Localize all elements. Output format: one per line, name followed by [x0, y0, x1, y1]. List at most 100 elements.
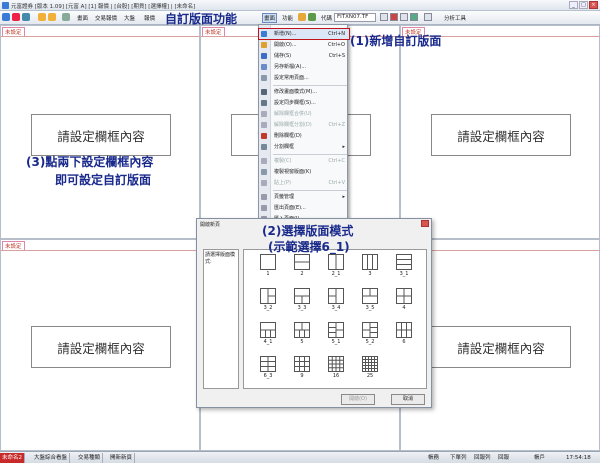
menu-item[interactable]: 開啟(O)... Ctrl+O: [259, 40, 349, 50]
layout-pane[interactable]: 未設定 請設定欄框內容: [0, 239, 201, 451]
page-tab[interactable]: 開新新頁: [108, 453, 136, 463]
menu-separator: [273, 190, 347, 191]
folder-icon[interactable]: [48, 13, 56, 21]
pane-placeholder: 請設定欄框內容: [31, 326, 171, 368]
alert-icon[interactable]: [390, 13, 398, 21]
menu-item[interactable]: 設定同步欄框(S)...: [259, 98, 349, 108]
close-button[interactable]: ×: [589, 1, 598, 9]
layout-thumbnail-icon: [260, 322, 276, 338]
menu-item[interactable]: 分割欄框 ▸: [259, 142, 349, 152]
status-button[interactable]: 回報: [498, 453, 509, 463]
menu-item[interactable]: 頁籤管理 ▸: [259, 192, 349, 202]
menu-item[interactable]: 貼上(P) Ctrl+V: [259, 178, 349, 188]
layout-option-label: 6: [402, 339, 406, 345]
status-button[interactable]: 下單列: [450, 453, 467, 463]
grid-icon[interactable]: [62, 13, 70, 21]
menu-item[interactable]: 刪除欄框(D): [259, 131, 349, 141]
layout-thumbnail-icon: [396, 288, 412, 304]
menu-item-icon: [261, 169, 267, 175]
status-bar: 未命名2 大盤綜合看盤 交易種類 開新新頁 帳務 下單列 回報列 回報 帳戶 17:54:18: [0, 451, 600, 463]
page-tab[interactable]: 未命名2: [0, 453, 25, 463]
status-button[interactable]: 帳戶: [534, 453, 545, 463]
layout-pane[interactable]: 未設定 請設定欄框內容: [400, 25, 600, 239]
cursor-icon[interactable]: [424, 13, 432, 21]
menu-item-label: 設定常用頁面...: [274, 75, 309, 81]
layout-option-9[interactable]: 9: [290, 356, 314, 379]
layout-option-25[interactable]: 25: [358, 356, 382, 379]
menu-market[interactable]: 大盤: [124, 14, 135, 22]
menu-item-label: 解除欄框分割(D): [274, 122, 312, 128]
layout-option-label: 25: [366, 373, 374, 379]
minimize-button[interactable]: _: [569, 1, 578, 9]
menu-item[interactable]: 新增(N)... Ctrl+N: [258, 28, 350, 40]
layout-option-5_1[interactable]: 5_1: [324, 322, 348, 345]
app-window: 元富證券 [版本 1.09] [元富 A] [1] 報價 | [台股] [期貨]…: [0, 0, 600, 463]
menu-item-label: 刪除欄框(D): [274, 133, 302, 139]
menu-quote[interactable]: 報價: [144, 14, 155, 22]
pencil-icon[interactable]: [298, 13, 306, 21]
layout-mode-list[interactable]: 請選擇版面模式:: [203, 249, 239, 389]
layout-option-6_3[interactable]: 6_3: [256, 356, 280, 379]
layout-option-1[interactable]: 1: [256, 254, 280, 277]
open-button[interactable]: 開啟(O): [341, 394, 375, 405]
menu-item[interactable]: 匯出頁面(E)...: [259, 203, 349, 213]
menu-screen[interactable]: 畫面: [77, 14, 88, 22]
layout-option-4[interactable]: 4: [392, 288, 416, 311]
menu-item[interactable]: 儲存(S) Ctrl+S: [259, 51, 349, 61]
menu-item[interactable]: 另存新檔(A)...: [259, 62, 349, 72]
callout-step3-line1: (3)點兩下設定欄框內容: [26, 155, 154, 169]
menu-item-label: 解除欄框合併(U): [274, 111, 312, 117]
status-button[interactable]: 回報列: [474, 453, 491, 463]
layout-option-3_3[interactable]: 3_3: [290, 288, 314, 311]
layout-option-4_1[interactable]: 4_1: [256, 322, 280, 345]
layout-option-2_1[interactable]: 2_1: [324, 254, 348, 277]
menu-item-label: 儲存(S): [274, 53, 292, 59]
layout-option-3_2[interactable]: 3_2: [256, 288, 280, 311]
menu-item[interactable]: 複製(C) Ctrl+C: [259, 156, 349, 166]
menu-item-shortcut: Ctrl+S: [328, 53, 345, 59]
dialog-close-button[interactable]: [421, 220, 429, 227]
layout-option-16[interactable]: 16: [324, 356, 348, 379]
page-tab[interactable]: 交易種類: [76, 453, 104, 463]
layout-thumbnail-icon: [362, 322, 378, 338]
page-tab[interactable]: 大盤綜合看盤: [32, 453, 71, 463]
layout-option-3[interactable]: 3: [358, 254, 382, 277]
layout-option-3_4[interactable]: 3_4: [324, 288, 348, 311]
layout-option-6[interactable]: 6: [392, 322, 416, 345]
menu-item[interactable]: 解除欄框合併(U): [259, 109, 349, 119]
window-icon[interactable]: [400, 13, 408, 21]
menu-item[interactable]: 設定常用頁面...: [259, 73, 349, 83]
layout-option-5_2[interactable]: 5_2: [358, 322, 382, 345]
menu-item[interactable]: 修改畫面模式(M)...: [259, 87, 349, 97]
lookup-icon[interactable]: [380, 13, 388, 21]
layout-option-3_5[interactable]: 3_5: [358, 288, 382, 311]
layout-option-3_1[interactable]: 3_1: [392, 254, 416, 277]
menu-item[interactable]: 複製視窗版面(K): [259, 167, 349, 177]
menu-item-label: 另存新檔(A)...: [274, 64, 307, 70]
layout-option-5[interactable]: 5: [290, 322, 314, 345]
chart-icon[interactable]: [308, 13, 316, 21]
refresh-icon[interactable]: [38, 13, 46, 21]
status-button[interactable]: 帳務: [428, 453, 439, 463]
window-title: 元富證券 [版本 1.09] [元富 A] [1] 報價 | [台股] [期貨]…: [11, 4, 196, 10]
search-input[interactable]: FITXN07.TF: [334, 13, 376, 22]
home-icon[interactable]: [2, 13, 10, 21]
layout-pane[interactable]: 未設定 請設定欄框內容: [0, 25, 201, 239]
export-icon[interactable]: [410, 13, 418, 21]
maximize-button[interactable]: □: [579, 1, 588, 9]
cancel-button[interactable]: 取消: [391, 394, 425, 405]
menu-function[interactable]: 功能: [282, 14, 293, 22]
search-label: 代碼: [321, 16, 333, 22]
menu-trade-quote[interactable]: 交易報價: [95, 14, 117, 22]
menu-item-icon: [261, 42, 267, 48]
analysis-tools-menu[interactable]: 分析工具: [444, 14, 466, 22]
menu-item-icon: [261, 89, 267, 95]
back-icon[interactable]: [12, 13, 20, 21]
layout-thumbnail-icon: [362, 288, 378, 304]
layout-thumbnail-icon: [328, 356, 344, 372]
menu-item[interactable]: 解除欄框分割(D) Ctrl+Z: [259, 120, 349, 130]
forward-icon[interactable]: [22, 13, 30, 21]
layout-option-2[interactable]: 2: [290, 254, 314, 277]
custom-layout-menu[interactable]: 畫面: [262, 13, 278, 23]
menu-item-label: 分割欄框: [274, 144, 295, 150]
